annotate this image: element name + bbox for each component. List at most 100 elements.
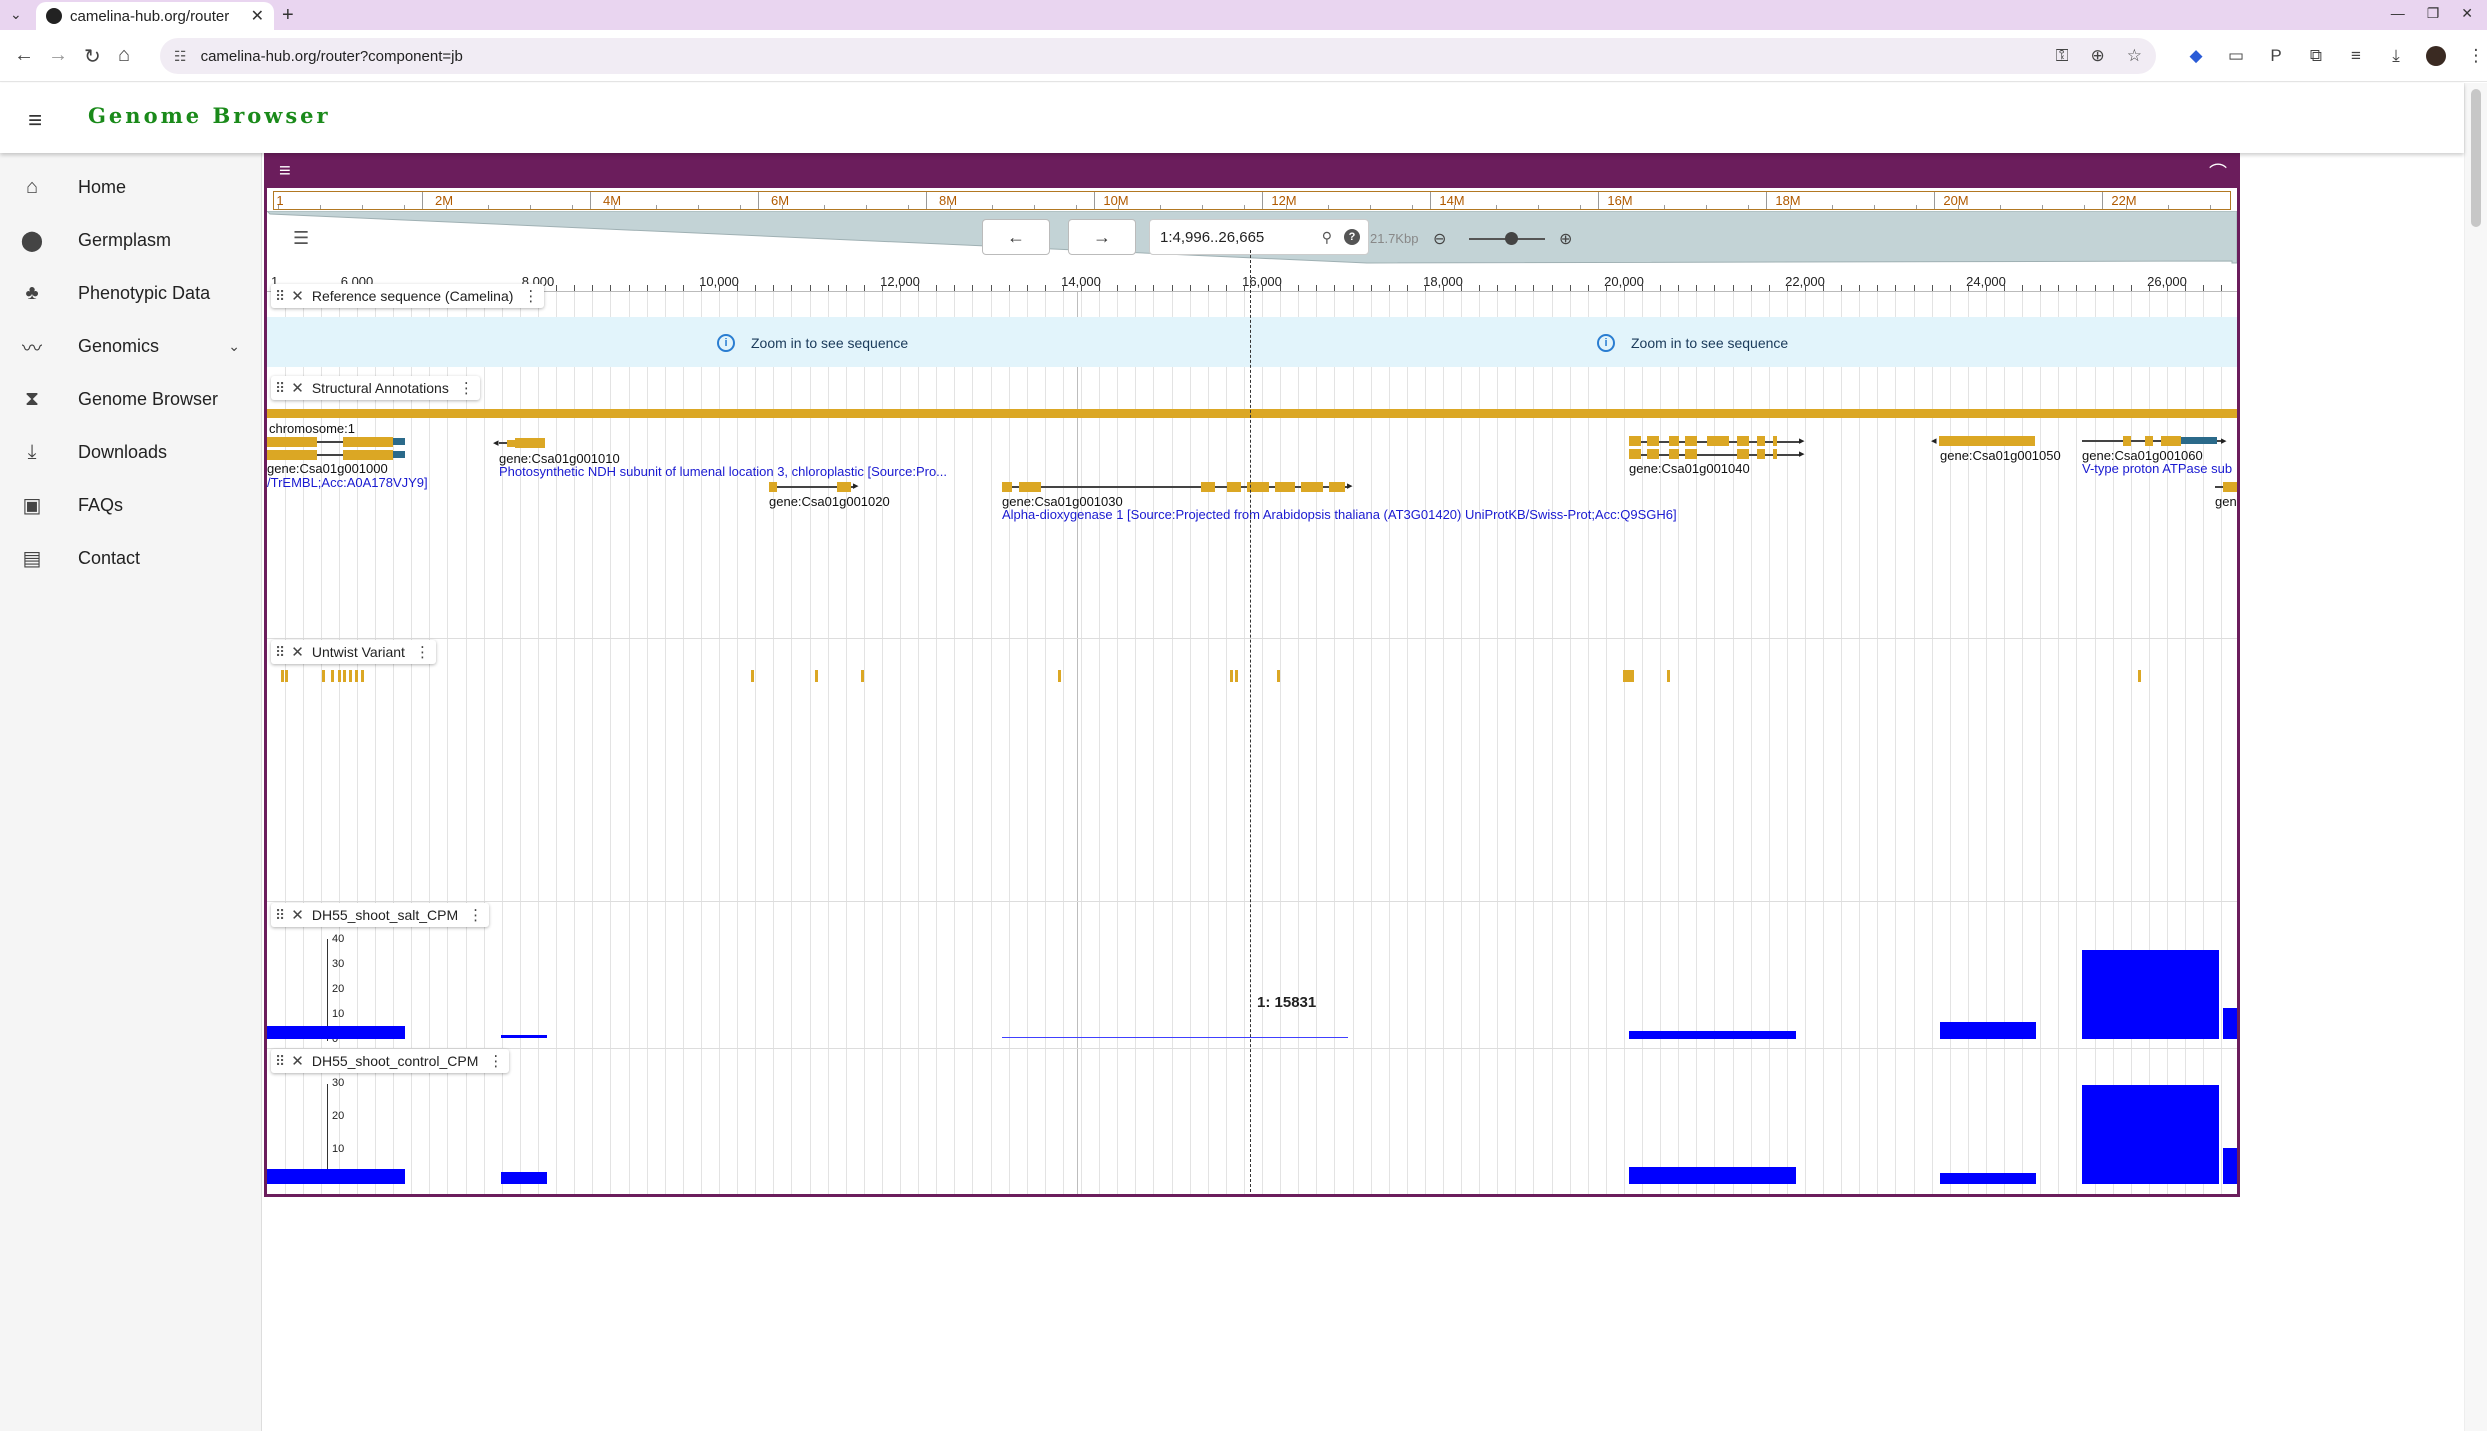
close-track-icon[interactable]: ✕	[291, 1052, 304, 1070]
downloads-icon[interactable]: ⤓	[2386, 46, 2406, 71]
pan-right-button[interactable]: →	[1068, 219, 1136, 255]
track-menu-icon[interactable]: ⋮	[523, 287, 538, 305]
variant-marker[interactable]	[331, 670, 334, 682]
browser-menu-icon[interactable]: ⋮	[2466, 46, 2486, 71]
sidebar-item-home[interactable]: ⌂ Home	[0, 161, 262, 213]
extension-shield-icon[interactable]: ◆	[2186, 46, 2206, 71]
close-track-icon[interactable]: ✕	[291, 906, 304, 924]
minimize-icon[interactable]: —	[2391, 5, 2405, 22]
site-info-icon[interactable]: ☷	[174, 48, 187, 65]
ruler-tick	[1841, 285, 1842, 291]
track-menu-icon[interactable]: ⋮	[488, 1052, 503, 1070]
zoom-page-icon[interactable]: ⊕	[2091, 46, 2105, 66]
password-key-icon[interactable]: ⚿	[2056, 46, 2069, 66]
track-menu-icon[interactable]: ⋮	[415, 643, 430, 661]
new-tab-icon[interactable]: +	[282, 4, 294, 27]
extension-p-icon[interactable]: P	[2266, 46, 2286, 71]
address-bar[interactable]: ☷ camelina-hub.org/router?component=jb ⚿…	[160, 38, 2156, 74]
sidebar-item-faqs[interactable]: ▣ FAQs	[0, 479, 262, 531]
variant-marker[interactable]	[1058, 670, 1061, 682]
variant-marker[interactable]	[1235, 670, 1238, 682]
close-track-icon[interactable]: ✕	[291, 643, 304, 661]
track-label-reference[interactable]: ⠿ ✕ Reference sequence (Camelina) ⋮	[271, 284, 545, 308]
view-menu-icon[interactable]: ≡	[279, 160, 291, 183]
close-track-icon[interactable]: ✕	[291, 287, 304, 305]
variant-marker[interactable]	[338, 670, 341, 682]
location-search-input[interactable]: 1:4,996..26,665 ⚲ ?	[1149, 219, 1369, 255]
reload-icon[interactable]: ↻	[84, 44, 101, 69]
close-track-icon[interactable]: ✕	[291, 379, 304, 397]
axis-tick-label: 30	[332, 958, 345, 970]
variant-marker[interactable]	[1623, 670, 1632, 682]
pan-left-button[interactable]: ←	[982, 219, 1050, 255]
axis-tick-label: 20	[332, 1110, 345, 1122]
drag-handle-icon[interactable]: ⠿	[275, 1053, 285, 1070]
grid-line	[574, 292, 575, 1194]
track-label-salt[interactable]: ⠿ ✕ DH55_shoot_salt_CPM ⋮	[271, 903, 490, 927]
grid-line	[846, 292, 847, 1194]
download-icon: ⤓	[27, 440, 37, 463]
sidebar-item-phenotypic-data[interactable]: ♣ Phenotypic Data	[0, 267, 262, 319]
variant-marker[interactable]	[1667, 670, 1670, 682]
zoom-in-icon[interactable]: ⊕	[1559, 229, 1572, 249]
bookmark-star-icon[interactable]: ☆	[2127, 46, 2142, 66]
variant-marker[interactable]	[2138, 670, 2141, 682]
help-icon[interactable]: ?	[1344, 229, 1360, 245]
variant-marker[interactable]	[1277, 670, 1280, 682]
coordinate-ruler[interactable]: 1 6,000 8,000 10,000 12,000 14,000 16,000 18,00…	[267, 270, 2237, 292]
media-icon[interactable]: ≡	[2346, 46, 2366, 71]
sidebar-item-contact[interactable]: ▤ Contact	[0, 532, 262, 584]
extension-page-icon[interactable]: ▭	[2226, 46, 2246, 71]
sidebar-item-germplasm[interactable]: ⬤ Germplasm	[0, 214, 262, 266]
drag-handle-icon[interactable]: ⠿	[275, 907, 285, 924]
overview-tick	[1430, 192, 1431, 209]
ruler-tick	[1407, 285, 1408, 291]
drag-handle-icon[interactable]: ⠿	[275, 288, 285, 305]
variant-marker[interactable]	[285, 670, 288, 682]
forward-icon[interactable]: →	[48, 44, 68, 67]
home-browser-icon[interactable]: ⌂	[118, 44, 130, 67]
sidebar-item-downloads[interactable]: ⤓ Downloads	[0, 426, 262, 478]
ruler-tick	[1244, 285, 1245, 291]
variant-marker[interactable]	[361, 670, 364, 682]
grid-line	[1226, 292, 1227, 1194]
browser-tab[interactable]: camelina-hub.org/router ✕	[36, 2, 274, 30]
profile-avatar[interactable]	[2426, 46, 2446, 71]
trees-icon: ♣	[25, 281, 39, 304]
variant-marker[interactable]	[281, 670, 284, 682]
variant-marker[interactable]	[815, 670, 818, 682]
zoom-out-icon[interactable]: ⊖	[1433, 229, 1446, 249]
track-menu-icon[interactable]: ⋮	[459, 379, 474, 397]
variant-marker[interactable]	[861, 670, 864, 682]
variant-marker[interactable]	[1230, 670, 1233, 682]
info-icon: i	[1597, 334, 1615, 352]
variant-marker[interactable]	[355, 670, 358, 682]
track-label-variant[interactable]: ⠿ ✕ Untwist Variant ⋮	[271, 640, 436, 664]
drag-handle-icon[interactable]: ⠿	[275, 380, 285, 397]
tab-search-chevron-icon[interactable]: ⌄	[10, 6, 22, 23]
search-icon[interactable]: ⚲	[1322, 229, 1332, 246]
track-list-icon[interactable]: ☰	[293, 228, 309, 249]
track-label-structural[interactable]: ⠿ ✕ Structural Annotations ⋮	[271, 376, 480, 400]
track-menu-icon[interactable]: ⋮	[468, 906, 483, 924]
variant-marker[interactable]	[343, 670, 346, 682]
drag-handle-icon[interactable]: ⠿	[275, 644, 285, 661]
track-label-control[interactable]: ⠿ ✕ DH55_shoot_control_CPM ⋮	[271, 1049, 510, 1073]
variant-marker[interactable]	[751, 670, 754, 682]
restore-icon[interactable]: ❐	[2427, 5, 2440, 22]
zoom-slider-thumb[interactable]	[1505, 232, 1518, 245]
variant-marker[interactable]	[349, 670, 352, 682]
extensions-puzzle-icon[interactable]: ⧉	[2306, 46, 2326, 71]
sidebar-item-genome-browser[interactable]: ⧗ Genome Browser	[0, 373, 262, 425]
ruler-tick	[1280, 285, 1281, 291]
page-scrollbar[interactable]	[2464, 83, 2487, 1431]
overview-minor-tick	[2000, 205, 2001, 209]
chromosome-feature[interactable]	[267, 409, 2237, 418]
hamburger-menu-icon[interactable]: ≡	[28, 107, 42, 135]
sidebar-item-genomics[interactable]: 〰 Genomics ⌄	[0, 320, 262, 372]
variant-marker[interactable]	[322, 670, 325, 682]
overview-scale-bar[interactable]: 1 2M 4M 6M 8M 10M 12M 14M 16M 18M 20M 22M	[273, 191, 2231, 210]
back-icon[interactable]: ←	[14, 44, 34, 67]
tab-close-icon[interactable]: ✕	[251, 6, 264, 26]
window-close-icon[interactable]: ✕	[2461, 5, 2473, 22]
